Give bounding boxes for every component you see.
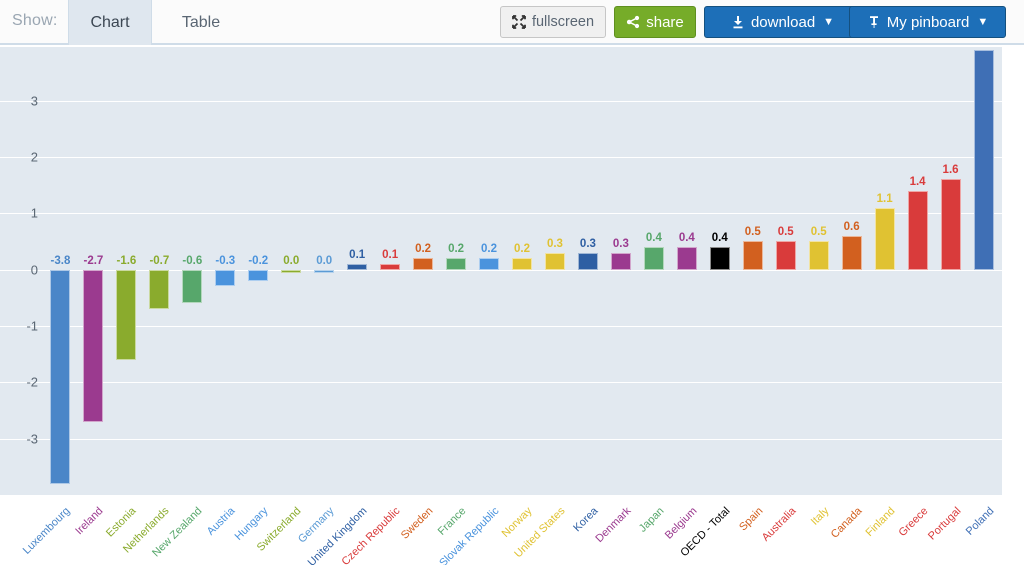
bar[interactable] (578, 252, 598, 270)
gridline (0, 100, 1002, 102)
bar[interactable] (611, 252, 631, 270)
bar[interactable] (446, 258, 466, 270)
chart-toolbar: Show: Chart Table fullscreen share downl… (0, 0, 1024, 45)
y-axis-tick-label: 0 (30, 262, 38, 278)
bar[interactable] (116, 269, 136, 360)
bar[interactable] (842, 235, 862, 270)
bar[interactable] (215, 269, 235, 287)
bar[interactable] (743, 241, 763, 270)
bar[interactable] (710, 247, 730, 270)
chevron-down-icon: ▼ (977, 16, 989, 28)
y-axis-tick-label: -1 (26, 318, 38, 334)
bar[interactable] (512, 258, 532, 270)
bar[interactable] (413, 258, 433, 270)
chevron-down-icon: ▼ (823, 16, 835, 28)
bar[interactable] (479, 258, 499, 270)
tab-chart[interactable]: Chart (68, 0, 152, 45)
bar[interactable] (908, 190, 928, 270)
expand-arrows-icon (512, 15, 526, 29)
fullscreen-button[interactable]: fullscreen (500, 6, 606, 38)
pinboard-label: My pinboard (886, 13, 970, 31)
tab-table-label: Table (181, 13, 221, 31)
bar-value-label: 1.4 (909, 175, 926, 188)
bar[interactable] (248, 269, 268, 281)
bar[interactable] (875, 207, 895, 270)
share-label: share (646, 13, 684, 31)
gridline (0, 213, 1002, 215)
y-axis-tick-label: 2 (30, 149, 38, 165)
download-label: download (750, 13, 816, 31)
tab-chart-label: Chart (90, 13, 130, 31)
y-axis-tick-label: 3 (30, 93, 38, 109)
show-label: Show: (12, 12, 58, 29)
bar[interactable] (281, 269, 301, 273)
bar[interactable] (83, 269, 103, 422)
bar[interactable] (380, 263, 400, 270)
bar[interactable] (149, 269, 169, 310)
share-icon (626, 15, 640, 29)
download-icon (731, 15, 745, 29)
pinboard-button[interactable]: My pinboard ▼ (849, 6, 1006, 38)
share-button[interactable]: share (614, 6, 696, 38)
gridline (0, 156, 1002, 158)
y-axis-tick-label: -2 (26, 374, 38, 390)
bar[interactable] (677, 247, 697, 270)
gridline (0, 438, 1002, 440)
y-axis-tick-label: -3 (26, 431, 38, 447)
bar[interactable] (347, 263, 367, 270)
bar[interactable] (314, 269, 334, 273)
pin-icon (867, 15, 881, 29)
bar[interactable] (974, 49, 994, 270)
bar-value-label: 1.1 (876, 192, 893, 205)
bar[interactable] (776, 241, 796, 270)
bar[interactable] (809, 241, 829, 270)
bar-value-label: 1.6 (942, 164, 959, 177)
tab-table[interactable]: Table (155, 0, 247, 45)
gridline (0, 382, 1002, 384)
bar[interactable] (182, 269, 202, 304)
bar[interactable] (545, 252, 565, 270)
fullscreen-label: fullscreen (531, 14, 595, 30)
bar[interactable] (941, 179, 961, 270)
chart-container: 3 2 1 0 -1 -2 -3 -3.8 -2.7 -1.6 -0.7 -0.6 -0.3 -0.2 0… (0, 47, 1024, 565)
download-button[interactable]: download ▼ (704, 6, 861, 38)
bar-value-label: 0.6 (843, 220, 860, 233)
y-axis-tick-label: 1 (30, 205, 38, 221)
bar[interactable] (50, 269, 70, 484)
bar[interactable] (644, 247, 664, 270)
gridline (0, 325, 1002, 327)
